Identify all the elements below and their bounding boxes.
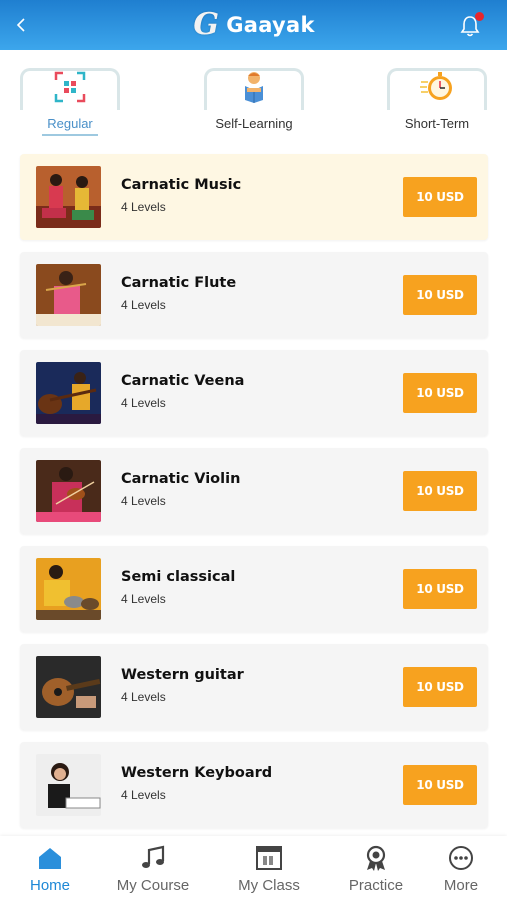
course-card-carnatic-veena[interactable]: Carnatic Veena 4 Levels 10 USD	[20, 350, 488, 436]
guitar-photo	[36, 656, 101, 718]
course-thumbnail	[36, 166, 101, 228]
nav-label: My Class	[238, 877, 300, 894]
nav-more[interactable]: More	[436, 844, 486, 898]
course-card-carnatic-violin[interactable]: Carnatic Violin 4 Levels 10 USD	[20, 448, 488, 534]
course-card-western-guitar[interactable]: Western guitar 4 Levels 10 USD	[20, 644, 488, 730]
reader-icon	[245, 72, 263, 103]
price-button[interactable]: 10 USD	[403, 177, 477, 217]
chevron-left-icon	[16, 18, 25, 32]
violin-player-photo	[36, 460, 101, 522]
course-thumbnail	[36, 558, 101, 620]
tab-regular[interactable]: Regular	[20, 62, 120, 142]
course-levels: 4 Levels	[121, 788, 166, 802]
app-title: Gaayak	[226, 13, 315, 37]
course-title: Carnatic Music	[121, 177, 242, 193]
nav-practice[interactable]: Practice	[342, 844, 410, 898]
nav-label: Home	[29, 877, 70, 894]
price-button[interactable]: 10 USD	[403, 667, 477, 707]
class-board-icon	[256, 846, 282, 870]
course-levels: 4 Levels	[121, 396, 166, 410]
home-icon	[39, 848, 61, 869]
tab-label: Short-Term	[404, 116, 470, 131]
course-thumbnail	[36, 264, 101, 326]
course-levels: 4 Levels	[121, 200, 166, 214]
nav-my-class[interactable]: My Class	[232, 844, 306, 898]
brand: G Gaayak	[192, 9, 315, 41]
practice-badge-icon	[366, 845, 386, 871]
back-button[interactable]	[10, 13, 32, 37]
course-card-carnatic-flute[interactable]: Carnatic Flute 4 Levels 10 USD	[20, 252, 488, 338]
price-button[interactable]: 10 USD	[403, 471, 477, 511]
course-title: Carnatic Violin	[121, 471, 241, 487]
course-card-carnatic-music[interactable]: Carnatic Music 4 Levels 10 USD	[20, 154, 488, 240]
veena-player-photo	[36, 362, 101, 424]
course-thumbnail	[36, 460, 101, 522]
course-title: Western guitar	[121, 667, 244, 683]
course-card-semi-classical[interactable]: Semi classical 4 Levels 10 USD	[20, 546, 488, 632]
course-title: Western Keyboard	[121, 765, 273, 781]
course-title: Semi classical	[121, 569, 236, 585]
notifications-button[interactable]	[459, 12, 484, 38]
tab-label: Self-Learning	[215, 116, 293, 131]
course-levels: 4 Levels	[121, 494, 166, 508]
course-thumbnail	[36, 754, 101, 816]
nav-my-course[interactable]: My Course	[110, 844, 196, 898]
tab-label: Regular	[47, 116, 93, 131]
course-levels: 4 Levels	[121, 298, 166, 312]
bottom-navigation: Home My Course My Class Practice More	[0, 836, 507, 900]
gaayak-logo: G	[193, 7, 220, 42]
notification-badge	[475, 12, 484, 21]
singers-photo	[36, 166, 101, 228]
nav-label: My Course	[116, 877, 190, 894]
price-button[interactable]: 10 USD	[403, 765, 477, 805]
price-button[interactable]: 10 USD	[403, 275, 477, 315]
tab-self-learning[interactable]: Self-Learning	[204, 62, 304, 142]
nav-label: More	[443, 877, 479, 894]
tabla-player-photo	[36, 558, 101, 620]
course-card-western-keyboard[interactable]: Western Keyboard 4 Levels 10 USD	[20, 742, 488, 828]
course-thumbnail	[36, 656, 101, 718]
course-levels: 4 Levels	[121, 592, 166, 606]
course-title: Carnatic Veena	[121, 373, 245, 389]
stopwatch-icon	[420, 72, 452, 100]
scan-frame-icon	[54, 71, 86, 103]
music-note-icon	[142, 845, 165, 868]
active-tab-underline	[42, 134, 98, 136]
price-button[interactable]: 10 USD	[403, 569, 477, 609]
more-dots-icon	[449, 846, 473, 870]
nav-label: Practice	[348, 877, 404, 894]
keyboard-player-photo	[36, 754, 101, 816]
tab-short-term[interactable]: Short-Term	[387, 62, 487, 142]
app-header: G Gaayak	[0, 0, 507, 50]
flute-player-photo	[36, 264, 101, 326]
category-tabs: Regular Self-Learning Short-Term	[0, 62, 507, 142]
nav-home[interactable]: Home	[22, 844, 78, 898]
course-levels: 4 Levels	[121, 690, 166, 704]
price-button[interactable]: 10 USD	[403, 373, 477, 413]
course-title: Carnatic Flute	[121, 275, 237, 291]
course-thumbnail	[36, 362, 101, 424]
